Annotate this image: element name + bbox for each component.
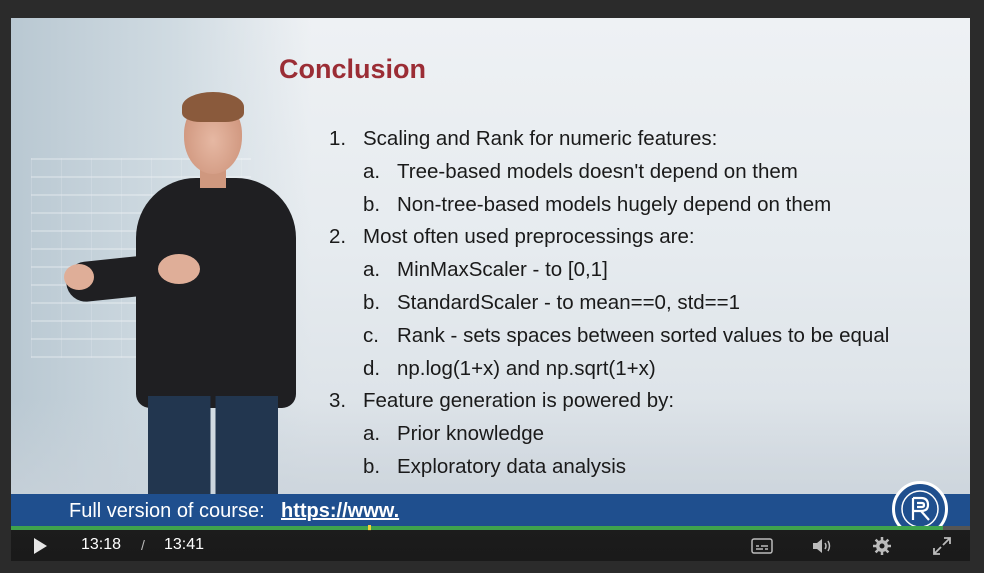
fullscreen-button[interactable] — [929, 530, 955, 561]
list-item-marker: a. — [363, 159, 381, 183]
presenter-hair — [182, 92, 244, 122]
list-item-text: Prior knowledge — [397, 422, 544, 446]
gear-icon — [873, 536, 891, 555]
list-item-marker: d. — [363, 356, 381, 380]
video-frame[interactable]: Conclusion 1. Scaling and Rank for numeri… — [11, 18, 970, 530]
fullscreen-icon — [933, 536, 951, 555]
time-separator: / — [141, 537, 145, 553]
list-item-text: Non-tree-based models hugely depend on t… — [397, 192, 832, 216]
list-item-marker: b. — [363, 454, 381, 478]
presenter — [64, 78, 306, 530]
list-item-marker: 2. — [329, 225, 347, 249]
list-item-marker: a. — [363, 258, 381, 282]
presenter-hand — [64, 264, 94, 290]
course-link[interactable]: https://www. — [281, 500, 411, 523]
course-banner: Full version of course: https://www. — [11, 494, 970, 530]
captions-button[interactable] — [749, 530, 775, 561]
list-item-text: Feature generation is powered by: — [363, 389, 675, 413]
banner-label: Full version of course: — [69, 500, 265, 522]
list-item-marker: a. — [363, 422, 381, 446]
settings-button[interactable] — [869, 530, 895, 561]
logo-mark — [901, 490, 939, 528]
presenter-hand — [158, 254, 200, 284]
play-button[interactable] — [25, 530, 55, 561]
list-item-text: Most often used preprocessings are: — [363, 225, 695, 249]
hse-logo — [892, 481, 948, 530]
presenter-torso — [136, 178, 296, 408]
duration: 13:41 — [164, 536, 205, 553]
list-item-text: np.log(1+x) and np.sqrt(1+x) — [397, 356, 656, 380]
list-item-text: Scaling and Rank for numeric features: — [363, 127, 718, 150]
slide-title: Conclusion — [279, 54, 426, 84]
list-item-text: Rank - sets spaces between sorted values… — [397, 323, 890, 347]
list-item-text: Tree-based models doesn't depend on them — [397, 159, 798, 183]
list-item-marker: 1. — [329, 127, 347, 150]
list-item-marker: c. — [363, 323, 379, 347]
volume-icon — [813, 538, 831, 553]
list-item-text: MinMaxScaler - to [0,1] — [397, 258, 608, 282]
list-item-marker: b. — [363, 192, 381, 216]
volume-button[interactable] — [809, 530, 835, 561]
list-item-text: Exploratory data analysis — [397, 454, 627, 478]
play-icon — [34, 537, 47, 554]
current-time: 13:18 — [81, 536, 122, 553]
list-item-text: StandardScaler - to mean==0, std==1 — [397, 290, 741, 314]
captions-icon — [751, 537, 773, 554]
control-bar: 13:18 / 13:41 — [11, 530, 970, 561]
list-item-marker: b. — [363, 290, 381, 314]
list-item-marker: 3. — [329, 389, 347, 413]
